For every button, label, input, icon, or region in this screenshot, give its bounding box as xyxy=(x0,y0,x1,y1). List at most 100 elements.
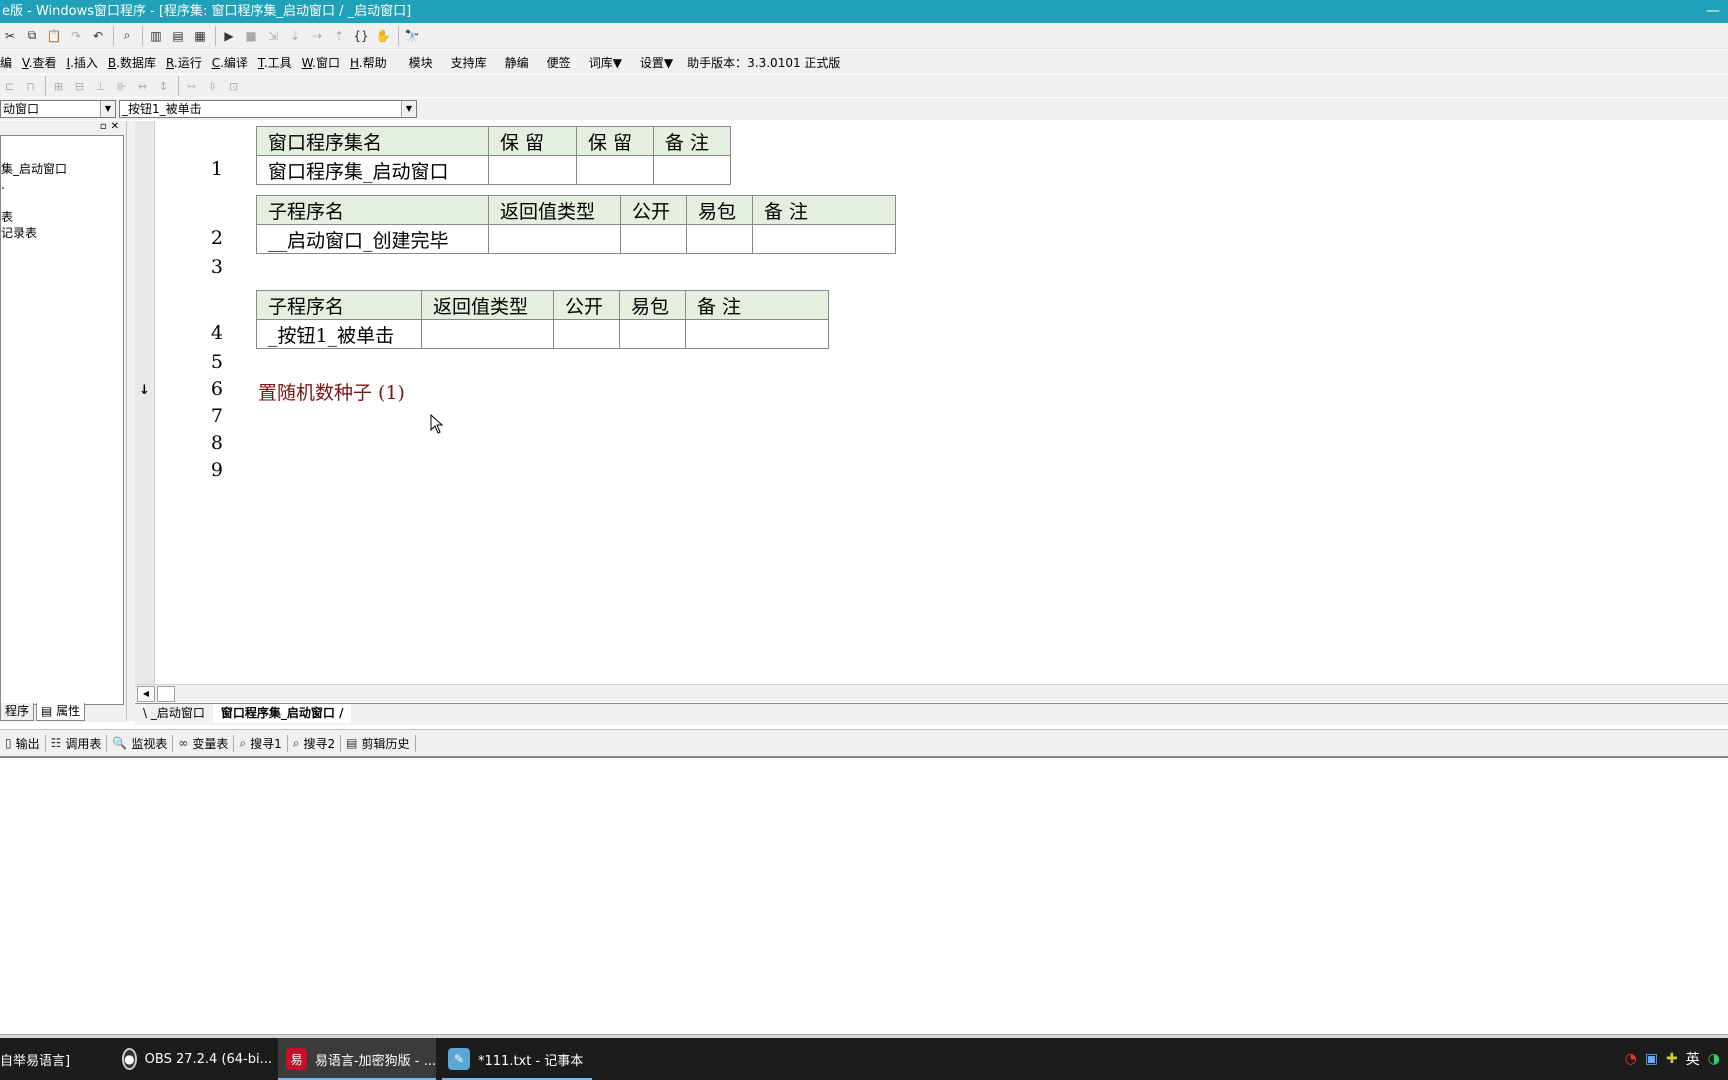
tab-search-1[interactable]: ⌕ 搜寻1 xyxy=(234,734,288,752)
plus-tray-icon[interactable]: ✚ xyxy=(1666,1051,1678,1067)
find-icon[interactable]: ⌕ xyxy=(117,26,137,46)
code-statement[interactable]: 置随机数种子 (1) xyxy=(258,378,405,405)
menu-item[interactable]: V.查看 xyxy=(22,54,57,71)
subroutine-name-cell[interactable]: _按钮1_被单击 xyxy=(256,319,422,349)
table-cell[interactable] xyxy=(488,155,577,185)
tree-item[interactable]: 表 xyxy=(1,210,67,226)
align-toolbar: ⊏ ⊓ ⊞ ⊟ ⊥ ⊪ ↔ ↕ ⇿ ⇳ ⊡ xyxy=(0,75,1728,97)
close-icon[interactable]: ✕ xyxy=(111,121,123,132)
menu-item[interactable]: T.工具 xyxy=(258,54,292,71)
title-bar: e版 - Windows窗口程序 - [程序集: 窗口程序集_启动窗口 / _启… xyxy=(0,0,1728,23)
ime-mode-icon[interactable]: ◑ xyxy=(1708,1051,1720,1067)
scroll-thumb[interactable] xyxy=(157,686,175,702)
binoculars-icon[interactable]: 🔭 xyxy=(402,26,422,46)
menu-extra-item[interactable]: 设置▼ xyxy=(640,54,673,71)
table-cell[interactable] xyxy=(686,224,753,254)
braces-icon[interactable]: {} xyxy=(351,26,371,46)
paste-icon[interactable]: 📋 xyxy=(44,26,64,46)
taskbar-item[interactable]: ✎ *111.txt - 记事本 xyxy=(442,1038,592,1080)
ime-indicator[interactable]: 英 xyxy=(1686,1049,1700,1069)
subroutine-name-cell[interactable]: __启动窗口_创建完毕 xyxy=(256,224,489,254)
align-left-icon[interactable]: ⊏ xyxy=(0,76,19,96)
redo-icon[interactable]: ↷ xyxy=(66,26,86,46)
scroll-left-icon[interactable]: ◀ xyxy=(137,686,155,702)
menu-extra-item[interactable]: 便签 xyxy=(547,54,571,71)
tab-search-2[interactable]: ⌕ 搜寻2 xyxy=(288,734,342,752)
menu-item[interactable]: W.窗口 xyxy=(302,54,340,71)
same-size-icon[interactable]: ⊡ xyxy=(224,76,243,96)
assembly-select[interactable]: 动窗口 ▼ xyxy=(0,100,116,118)
tree-item[interactable]: 集_启动窗口 xyxy=(1,162,67,178)
table-cell[interactable] xyxy=(576,155,654,185)
tab-call-stack[interactable]: ☷ 调用表 xyxy=(46,734,108,752)
table-cell[interactable] xyxy=(752,224,896,254)
step-2-icon[interactable]: ⇣ xyxy=(285,26,305,46)
tab-variables[interactable]: ∞ 变量表 xyxy=(173,734,235,752)
center-v-icon[interactable]: ⊟ xyxy=(70,76,89,96)
app-tray-icon[interactable]: ▣ xyxy=(1645,1051,1658,1067)
hand-icon[interactable]: ✋ xyxy=(373,26,393,46)
table-cell[interactable] xyxy=(685,319,829,349)
tab-properties[interactable]: ▤ 属性 xyxy=(36,703,86,721)
table-cell[interactable] xyxy=(421,319,554,349)
table-cell[interactable] xyxy=(488,224,621,254)
run-icon[interactable]: ▶ xyxy=(219,26,239,46)
menu-item[interactable]: 编 xyxy=(0,54,12,71)
step-1-icon[interactable]: ⇲ xyxy=(263,26,283,46)
layout-2-icon[interactable]: ▤ xyxy=(168,26,188,46)
undo-icon[interactable]: ↶ xyxy=(88,26,108,46)
menu-extra-item[interactable]: 词库▼ xyxy=(589,54,622,71)
taskbar-item[interactable]: ● OBS 27.2.4 (64-bi... xyxy=(122,1038,272,1080)
tab-assembly[interactable]: 窗口程序集_启动窗口 / xyxy=(212,704,352,723)
step-3-icon[interactable]: ⇢ xyxy=(307,26,327,46)
subroutine-select[interactable]: _按钮1_被单击 ▼ xyxy=(119,100,417,118)
layout-3-icon[interactable]: ▦ xyxy=(190,26,210,46)
tree-item[interactable] xyxy=(1,194,67,210)
tree-item[interactable]: 记录表 xyxy=(1,226,67,242)
align-grid-icon[interactable]: ⊪ xyxy=(112,76,131,96)
menu-item[interactable]: C.编译 xyxy=(212,54,248,71)
minimize-button[interactable]: — xyxy=(1706,0,1720,23)
tab-startup-window[interactable]: \ _启动窗口 xyxy=(135,704,213,723)
menu-item[interactable]: H.帮助 xyxy=(350,54,387,71)
menu-extra-item[interactable]: 模块 xyxy=(409,54,433,71)
tab-output[interactable]: ▯ 输出 xyxy=(0,734,46,752)
stop-icon[interactable]: ■ xyxy=(241,26,261,46)
step-4-icon[interactable]: ⇡ xyxy=(329,26,349,46)
table-cell[interactable] xyxy=(553,319,620,349)
assembly-name-cell[interactable]: 窗口程序集_启动窗口 xyxy=(256,155,489,185)
table-cell[interactable] xyxy=(620,224,687,254)
chevron-down-icon[interactable]: ▼ xyxy=(100,101,115,117)
taskbar-item[interactable]: 自举易语言] xyxy=(0,1038,110,1080)
space-v-icon[interactable]: ↕ xyxy=(154,76,173,96)
align-top-icon[interactable]: ⊓ xyxy=(21,76,40,96)
same-height-icon[interactable]: ⇳ xyxy=(203,76,222,96)
menu-extra-item[interactable]: 支持库 xyxy=(451,54,487,71)
same-width-icon[interactable]: ⇿ xyxy=(182,76,201,96)
menu-item[interactable]: R.运行 xyxy=(166,54,202,71)
line-number: 6 xyxy=(210,378,223,400)
align-bottom-icon[interactable]: ⊥ xyxy=(91,76,110,96)
center-h-icon[interactable]: ⊞ xyxy=(49,76,68,96)
tab-program[interactable]: 程序 xyxy=(0,703,35,721)
tab-watch[interactable]: 🔍 监视表 xyxy=(107,734,174,752)
table-cell[interactable] xyxy=(619,319,686,349)
panel-splitter[interactable] xyxy=(126,121,135,721)
output-pane[interactable] xyxy=(0,760,1728,1034)
layout-1-icon[interactable]: ▥ xyxy=(146,26,166,46)
space-h-icon[interactable]: ↔ xyxy=(133,76,152,96)
tab-clipboard-history[interactable]: ▤ 剪辑历史 xyxy=(341,734,416,752)
copy-icon[interactable]: ⧉ xyxy=(22,26,42,46)
network-icon[interactable]: ◔ xyxy=(1625,1051,1637,1067)
table-cell[interactable] xyxy=(653,155,731,185)
horizontal-scrollbar[interactable]: ◀ xyxy=(135,684,1728,702)
table-header-cell: 窗口程序集名 xyxy=(256,126,489,156)
menu-item[interactable]: I.插入 xyxy=(67,54,98,71)
taskbar-item[interactable]: 易 易语言-加密狗版 - ... xyxy=(278,1038,436,1080)
cut-icon[interactable]: ✂ xyxy=(0,26,20,46)
menu-item[interactable]: B.数据库 xyxy=(108,54,156,71)
chevron-down-icon[interactable]: ▼ xyxy=(401,101,416,117)
menu-extra-item[interactable]: 静编 xyxy=(505,54,529,71)
float-icon[interactable]: ▫ xyxy=(100,121,111,132)
tree-item[interactable]: . xyxy=(1,178,67,194)
